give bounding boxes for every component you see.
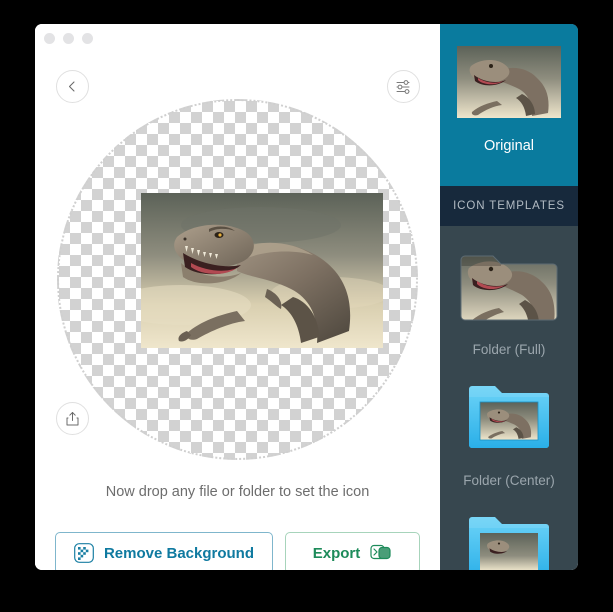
export-label: Export: [312, 544, 361, 562]
folder-center-label: Folder (Center): [463, 473, 555, 488]
templates-sidebar[interactable]: Original ICON TEMPLATES Folder (Full) Fo…: [440, 24, 578, 570]
share-button[interactable]: [56, 402, 89, 435]
main-pane: Now drop any file or folder to set the i…: [35, 24, 440, 570]
drop-hint-text: Now drop any file or folder to set the i…: [105, 484, 370, 500]
checkerboard-icon: [74, 543, 94, 563]
sidebar-item-folder-full[interactable]: Folder (Full): [440, 226, 578, 357]
folder-full-label: Folder (Full): [472, 342, 546, 357]
action-buttons: Remove Background Export: [35, 532, 440, 570]
icon-canvas[interactable]: Now drop any file or folder to set the i…: [35, 24, 440, 500]
app-root: Now drop any file or folder to set the i…: [0, 0, 613, 612]
share-upload-icon: [66, 411, 79, 425]
remove-background-button[interactable]: Remove Background: [55, 532, 273, 570]
sidebar-item-folder-partial[interactable]: [440, 488, 578, 570]
app-window: Now drop any file or folder to set the i…: [35, 24, 578, 570]
dino-image: [141, 193, 383, 348]
original-label: Original: [484, 138, 534, 154]
export-icon: [370, 544, 391, 560]
original-thumbnail: [457, 46, 561, 118]
remove-background-label: Remove Background: [103, 544, 255, 562]
folder-center-thumbnail: [457, 379, 561, 459]
folder-full-thumbnail: [457, 248, 561, 328]
folder-partial-thumbnail: [457, 510, 561, 570]
icon-templates-header: ICON TEMPLATES: [440, 186, 578, 226]
export-button[interactable]: Export: [285, 532, 420, 570]
sidebar-item-original[interactable]: Original: [440, 24, 578, 186]
sidebar-item-folder-center[interactable]: Folder (Center): [440, 357, 578, 488]
icon-preview-circle[interactable]: [57, 99, 418, 460]
